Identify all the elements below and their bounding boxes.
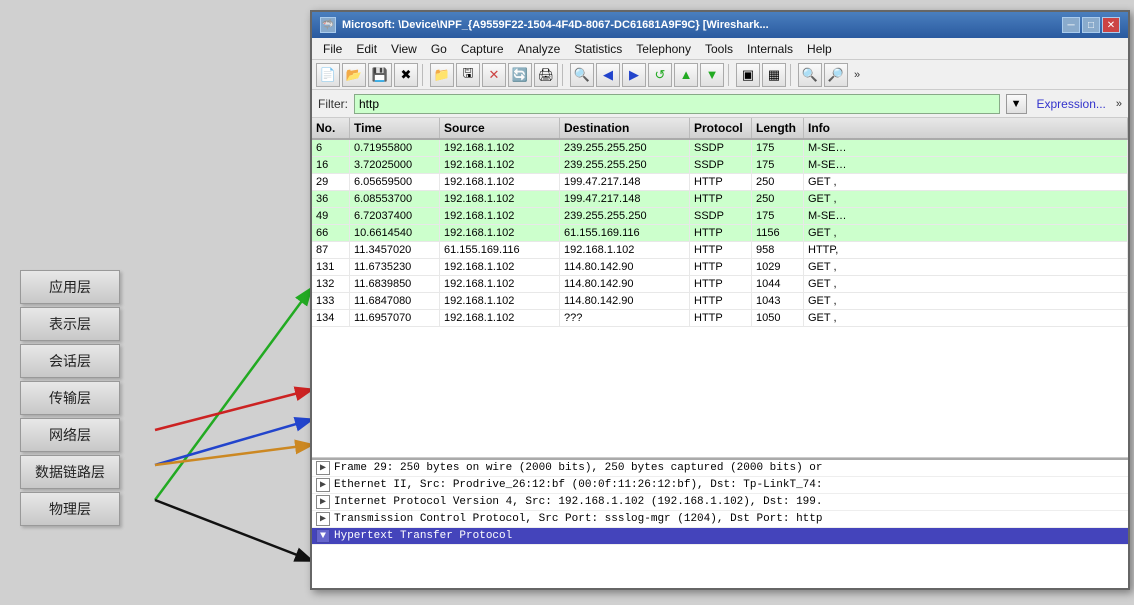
- tb-next[interactable]: ▶: [622, 63, 646, 87]
- osi-layer-pres: 表示层: [20, 307, 120, 341]
- menu-bar: File Edit View Go Capture Analyze Statis…: [312, 38, 1128, 60]
- osi-layer-app: 应用层: [20, 270, 120, 304]
- tb-separator-3: [728, 64, 732, 86]
- menu-edit[interactable]: Edit: [349, 40, 384, 58]
- packet-row[interactable]: 133 11.6847080 192.168.1.102 114.80.142.…: [312, 293, 1128, 310]
- tb-separator-2: [562, 64, 566, 86]
- header-source: Source: [440, 118, 560, 138]
- detail-text: Frame 29: 250 bytes on wire (2000 bits),…: [334, 462, 822, 474]
- filter-dropdown-button[interactable]: ▼: [1006, 94, 1027, 114]
- packet-row[interactable]: 49 6.72037400 192.168.1.102 239.255.255.…: [312, 208, 1128, 225]
- menu-help[interactable]: Help: [800, 40, 839, 58]
- tb-print[interactable]: 🖨: [534, 63, 558, 87]
- packet-row[interactable]: 87 11.3457020 61.155.169.116 192.168.1.1…: [312, 242, 1128, 259]
- window-controls[interactable]: ─ □ ✕: [1062, 17, 1120, 33]
- menu-tools[interactable]: Tools: [698, 40, 740, 58]
- tb-zoomin[interactable]: 🔍: [798, 63, 822, 87]
- osi-layer-sess: 会话层: [20, 344, 120, 378]
- title-bar-left: 🦈 Microsoft: \Device\NPF_{A9559F22-1504-…: [320, 17, 769, 33]
- title-bar: 🦈 Microsoft: \Device\NPF_{A9559F22-1504-…: [312, 12, 1128, 38]
- packet-row[interactable]: 36 6.08553700 192.168.1.102 199.47.217.1…: [312, 191, 1128, 208]
- packet-row[interactable]: 134 11.6957070 192.168.1.102 ??? HTTP 10…: [312, 310, 1128, 327]
- tb-stop[interactable]: 🖫: [456, 63, 480, 87]
- tb-find[interactable]: 🔍: [570, 63, 594, 87]
- tb-down[interactable]: ▼: [700, 63, 724, 87]
- detail-text: Transmission Control Protocol, Src Port:…: [334, 513, 822, 525]
- menu-file[interactable]: File: [316, 40, 349, 58]
- detail-row[interactable]: ▶ Transmission Control Protocol, Src Por…: [312, 511, 1128, 528]
- detail-row[interactable]: ▶ Internet Protocol Version 4, Src: 192.…: [312, 494, 1128, 511]
- osi-layer-phys: 物理层: [20, 492, 120, 526]
- detail-row[interactable]: ▶ Frame 29: 250 bytes on wire (2000 bits…: [312, 460, 1128, 477]
- menu-internals[interactable]: Internals: [740, 40, 800, 58]
- tb-prev[interactable]: ◀: [596, 63, 620, 87]
- tb-separator-4: [790, 64, 794, 86]
- menu-go[interactable]: Go: [424, 40, 454, 58]
- packet-list-header: No. Time Source Destination Protocol Len…: [312, 118, 1128, 140]
- tb-up[interactable]: ▲: [674, 63, 698, 87]
- header-length: Length: [752, 118, 804, 138]
- filter-more-button[interactable]: »: [1116, 98, 1122, 110]
- expression-button[interactable]: Expression...: [1033, 95, 1110, 113]
- tb-goto[interactable]: ↺: [648, 63, 672, 87]
- tb-separator-1: [422, 64, 426, 86]
- maximize-button[interactable]: □: [1082, 17, 1100, 33]
- filter-input[interactable]: [354, 94, 1000, 114]
- wireshark-window: 🦈 Microsoft: \Device\NPF_{A9559F22-1504-…: [310, 10, 1130, 590]
- tb-close[interactable]: ✖: [394, 63, 418, 87]
- osi-layer-net: 网络层: [20, 418, 120, 452]
- tb-reload[interactable]: 🔄: [508, 63, 532, 87]
- filter-bar: Filter: ▼ Expression... »: [312, 90, 1128, 118]
- header-time: Time: [350, 118, 440, 138]
- header-protocol: Protocol: [690, 118, 752, 138]
- toolbar: 📄 📂 💾 ✖ 📁 🖫 ✕ 🔄 🖨 🔍 ◀ ▶ ↺ ▲ ▼ ▣ ▦ 🔍 🔎 »: [312, 60, 1128, 90]
- close-button[interactable]: ✕: [1102, 17, 1120, 33]
- expand-icon[interactable]: ▶: [316, 495, 330, 509]
- detail-text: Hypertext Transfer Protocol: [334, 530, 512, 542]
- expand-icon[interactable]: ▼: [316, 529, 330, 543]
- tb-save[interactable]: 💾: [368, 63, 392, 87]
- tb-restart[interactable]: ✕: [482, 63, 506, 87]
- packet-list: No. Time Source Destination Protocol Len…: [312, 118, 1128, 458]
- detail-text: Ethernet II, Src: Prodrive_26:12:bf (00:…: [334, 479, 822, 491]
- packet-row[interactable]: 132 11.6839850 192.168.1.102 114.80.142.…: [312, 276, 1128, 293]
- header-destination: Destination: [560, 118, 690, 138]
- window-title: Microsoft: \Device\NPF_{A9559F22-1504-4F…: [342, 19, 769, 31]
- osi-diagram: 应用层 表示层 会话层 传输层 网络层 数据链路层 物理层: [20, 270, 130, 526]
- expand-icon[interactable]: ▶: [316, 461, 330, 475]
- tb-start[interactable]: 📁: [430, 63, 454, 87]
- app-icon: 🦈: [320, 17, 336, 33]
- detail-row[interactable]: ▶ Ethernet II, Src: Prodrive_26:12:bf (0…: [312, 477, 1128, 494]
- packet-row[interactable]: 66 10.6614540 192.168.1.102 61.155.169.1…: [312, 225, 1128, 242]
- detail-text: Internet Protocol Version 4, Src: 192.16…: [334, 496, 822, 508]
- packet-row[interactable]: 16 3.72025000 192.168.1.102 239.255.255.…: [312, 157, 1128, 174]
- detail-row[interactable]: ▼ Hypertext Transfer Protocol: [312, 528, 1128, 545]
- tb-zoomout[interactable]: 🔎: [824, 63, 848, 87]
- menu-telephony[interactable]: Telephony: [629, 40, 698, 58]
- menu-statistics[interactable]: Statistics: [567, 40, 629, 58]
- menu-analyze[interactable]: Analyze: [511, 40, 568, 58]
- tb-layout1[interactable]: ▣: [736, 63, 760, 87]
- header-info: Info: [804, 118, 1128, 138]
- osi-layer-trans: 传输层: [20, 381, 120, 415]
- filter-label: Filter:: [318, 97, 348, 111]
- tb-more[interactable]: »: [854, 69, 860, 81]
- expand-icon[interactable]: ▶: [316, 478, 330, 492]
- menu-capture[interactable]: Capture: [454, 40, 511, 58]
- dropdown-arrow-icon: ▼: [1011, 98, 1022, 110]
- tb-layout2[interactable]: ▦: [762, 63, 786, 87]
- packet-rows: 6 0.71955800 192.168.1.102 239.255.255.2…: [312, 140, 1128, 457]
- tb-open[interactable]: 📂: [342, 63, 366, 87]
- packet-row[interactable]: 29 6.05659500 192.168.1.102 199.47.217.1…: [312, 174, 1128, 191]
- menu-view[interactable]: View: [384, 40, 424, 58]
- minimize-button[interactable]: ─: [1062, 17, 1080, 33]
- osi-layer-data: 数据链路层: [20, 455, 120, 489]
- expand-icon[interactable]: ▶: [316, 512, 330, 526]
- packet-row[interactable]: 131 11.6735230 192.168.1.102 114.80.142.…: [312, 259, 1128, 276]
- tb-new[interactable]: 📄: [316, 63, 340, 87]
- packet-row[interactable]: 6 0.71955800 192.168.1.102 239.255.255.2…: [312, 140, 1128, 157]
- detail-pane: ▶ Frame 29: 250 bytes on wire (2000 bits…: [312, 458, 1128, 588]
- header-no: No.: [312, 118, 350, 138]
